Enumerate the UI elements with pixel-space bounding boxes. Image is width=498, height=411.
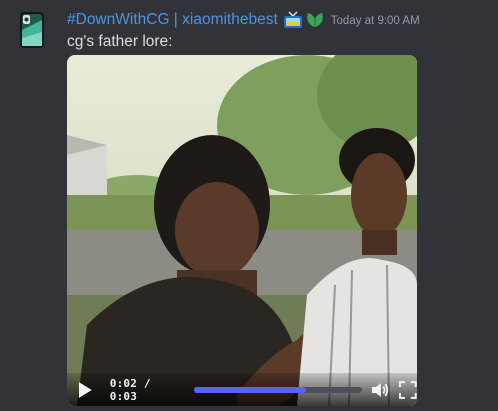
video-progress-bar[interactable]	[193, 386, 362, 393]
video-player[interactable]: 0:02 / 0:03	[67, 55, 417, 406]
message-timestamp[interactable]: Today at 9:00 AM	[331, 15, 420, 27]
phone-avatar-icon	[16, 10, 48, 50]
video-frame	[67, 55, 417, 406]
message-header: #DownWithCG | xiaomithebest Today at 9:0…	[67, 9, 420, 31]
volume-icon[interactable]	[370, 380, 390, 400]
video-progress-fill	[193, 386, 307, 393]
video-time: 0:02 / 0:03	[109, 376, 151, 403]
user-avatar[interactable]	[16, 10, 48, 50]
tv-badge-icon[interactable]	[283, 11, 303, 29]
chat-message: #DownWithCG | xiaomithebest Today at 9:0…	[0, 0, 498, 411]
fullscreen-icon[interactable]	[399, 380, 417, 399]
leaf-badge-icon[interactable]	[305, 11, 325, 29]
username[interactable]: #DownWithCG | xiaomithebest	[67, 11, 278, 29]
play-icon[interactable]	[76, 380, 94, 400]
video-controls: 0:02 / 0:03	[67, 373, 417, 406]
message-content: cg's father lore:	[67, 33, 173, 50]
